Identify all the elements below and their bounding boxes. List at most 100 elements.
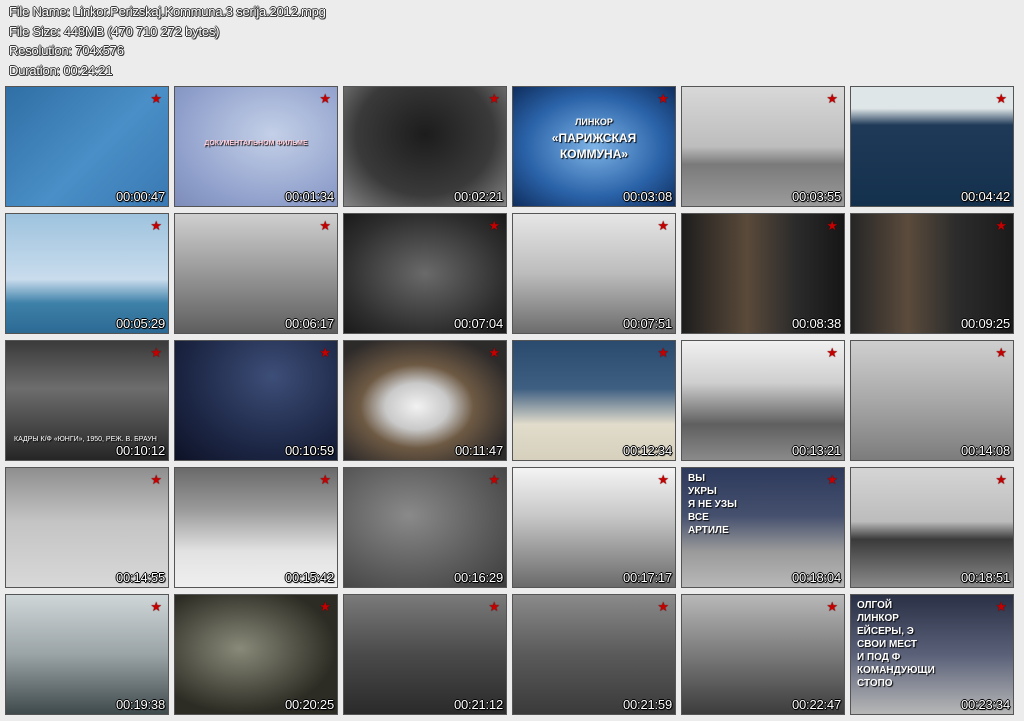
star-icon: ★ bbox=[319, 91, 331, 106]
thumbnail-grid: ★ 00:00:47 ДОКУМЕНТАЛЬНОМ ФИЛЬМЕ ★ 00:01:34 ★… bbox=[5, 86, 1014, 715]
timestamp: 00:22:47 bbox=[791, 697, 841, 712]
duration: Duration: 00:24:21 bbox=[9, 62, 113, 78]
timestamp: 00:03:55 bbox=[791, 189, 841, 204]
video-thumbnail[interactable]: ★ 00:04:42 bbox=[850, 86, 1014, 207]
star-icon: ★ bbox=[995, 599, 1007, 614]
timestamp: 00:18:04 bbox=[791, 570, 841, 585]
poster-text: ОЛГОЙ ЛИНКОР ЕЙСЕРЫ, Э СВОИ МЕСТ И ПОД Ф… bbox=[857, 600, 935, 689]
timestamp: 00:00:47 bbox=[115, 189, 165, 204]
star-icon: ★ bbox=[150, 218, 162, 233]
star-icon: ★ bbox=[319, 218, 331, 233]
timestamp: 00:23:34 bbox=[960, 697, 1010, 712]
star-icon: ★ bbox=[488, 599, 500, 614]
video-thumbnail[interactable]: ★ 00:15:42 bbox=[174, 467, 338, 588]
video-thumbnail[interactable]: ★ 00:19:38 bbox=[5, 594, 169, 715]
video-thumbnail[interactable]: ★ 00:17:17 bbox=[512, 467, 676, 588]
star-icon: ★ bbox=[150, 91, 162, 106]
star-icon: ★ bbox=[826, 345, 838, 360]
timestamp: 00:21:59 bbox=[622, 697, 672, 712]
star-icon: ★ bbox=[488, 218, 500, 233]
timestamp: 00:04:42 bbox=[960, 189, 1010, 204]
timestamp: 00:02:21 bbox=[453, 189, 503, 204]
timestamp: 00:05:29 bbox=[115, 316, 165, 331]
video-thumbnail[interactable]: ★ 00:14:08 bbox=[850, 340, 1014, 461]
timestamp: 00:10:12 bbox=[115, 443, 165, 458]
video-thumbnail[interactable]: ОЛГОЙ ЛИНКОР ЕЙСЕРЫ, Э СВОИ МЕСТ И ПОД Ф… bbox=[850, 594, 1014, 715]
timestamp: 00:07:51 bbox=[622, 316, 672, 331]
star-icon: ★ bbox=[488, 91, 500, 106]
title-overlay: КОММУНА» bbox=[559, 147, 629, 161]
star-icon: ★ bbox=[488, 345, 500, 360]
star-icon: ★ bbox=[995, 218, 1007, 233]
timestamp: 00:07:04 bbox=[453, 316, 503, 331]
video-thumbnail[interactable]: КАДРЫ К/Ф «ЮНГИ», 1950, РЕЖ. В. БРАУН ★ 00… bbox=[5, 340, 169, 461]
video-thumbnail[interactable]: ★ 00:12:34 bbox=[512, 340, 676, 461]
file-name: File Name: Linkor.Perizskaj.Kommuna.3 se… bbox=[9, 4, 326, 19]
star-icon: ★ bbox=[657, 91, 669, 106]
video-thumbnail[interactable]: ★ 00:18:51 bbox=[850, 467, 1014, 588]
star-icon: ★ bbox=[319, 345, 331, 360]
video-thumbnail[interactable]: ★ 00:11:47 bbox=[343, 340, 507, 461]
timestamp: 00:01:34 bbox=[284, 189, 334, 204]
video-thumbnail[interactable]: ★ 00:09:25 bbox=[850, 213, 1014, 334]
poster-text: ВЫ УКРЫ Я НЕ УЗЫ ВСЕ АРТИЛЕ bbox=[688, 473, 737, 536]
timestamp: 00:10:59 bbox=[284, 443, 334, 458]
star-icon: ★ bbox=[657, 599, 669, 614]
timestamp: 00:11:47 bbox=[454, 443, 503, 458]
video-thumbnail[interactable]: ★ 00:20:25 bbox=[174, 594, 338, 715]
video-thumbnail[interactable]: ДОКУМЕНТАЛЬНОМ ФИЛЬМЕ ★ 00:01:34 bbox=[174, 86, 338, 207]
video-thumbnail[interactable]: ★ 00:02:21 bbox=[343, 86, 507, 207]
video-thumbnail[interactable]: ★ 00:10:59 bbox=[174, 340, 338, 461]
video-thumbnail[interactable]: ★ 00:16:29 bbox=[343, 467, 507, 588]
star-icon: ★ bbox=[319, 599, 331, 614]
star-icon: ★ bbox=[488, 472, 500, 487]
video-thumbnail[interactable]: ★ 00:21:12 bbox=[343, 594, 507, 715]
timestamp: 00:14:55 bbox=[115, 570, 165, 585]
timestamp: 00:13:21 bbox=[791, 443, 841, 458]
video-thumbnail[interactable]: ★ 00:22:47 bbox=[681, 594, 845, 715]
timestamp: 00:12:34 bbox=[622, 443, 672, 458]
timestamp: 00:19:38 bbox=[115, 697, 165, 712]
timestamp: 00:06:17 bbox=[284, 316, 334, 331]
title-overlay: ЛИНКОР bbox=[575, 117, 613, 127]
timestamp: 00:08:38 bbox=[791, 316, 841, 331]
timestamp: 00:21:12 bbox=[453, 697, 503, 712]
video-thumbnail[interactable]: ★ 00:00:47 bbox=[5, 86, 169, 207]
video-thumbnail[interactable]: ★ 00:03:55 bbox=[681, 86, 845, 207]
star-icon: ★ bbox=[150, 599, 162, 614]
file-size: File Size: 448MB (470 710 272 bytes) bbox=[9, 23, 220, 39]
star-icon: ★ bbox=[995, 91, 1007, 106]
video-thumbnail[interactable]: ЛИНКОР «ПАРИЖСКАЯ КОММУНА» ★ 00:03:08 bbox=[512, 86, 676, 207]
star-icon: ★ bbox=[826, 599, 838, 614]
timestamp: 00:16:29 bbox=[453, 570, 503, 585]
timestamp: 00:14:08 bbox=[960, 443, 1010, 458]
star-icon: ★ bbox=[657, 218, 669, 233]
video-thumbnail[interactable]: ★ 00:07:51 bbox=[512, 213, 676, 334]
timestamp: 00:03:08 bbox=[622, 189, 672, 204]
star-icon: ★ bbox=[150, 472, 162, 487]
star-icon: ★ bbox=[826, 472, 838, 487]
star-icon: ★ bbox=[657, 472, 669, 487]
timestamp: 00:18:51 bbox=[960, 570, 1010, 585]
star-icon: ★ bbox=[319, 472, 331, 487]
video-thumbnail[interactable]: ★ 00:14:55 bbox=[5, 467, 169, 588]
star-icon: ★ bbox=[657, 345, 669, 360]
video-thumbnail[interactable]: ★ 00:13:21 bbox=[681, 340, 845, 461]
caption-overlay: ДОКУМЕНТАЛЬНОМ ФИЛЬМЕ bbox=[204, 140, 308, 147]
file-info-header: File Name: Linkor.Perizskaj.Kommuna.3 se… bbox=[9, 2, 326, 80]
title-overlay: «ПАРИЖСКАЯ bbox=[551, 131, 637, 145]
star-icon: ★ bbox=[826, 218, 838, 233]
star-icon: ★ bbox=[995, 345, 1007, 360]
video-thumbnail[interactable]: ★ 00:08:38 bbox=[681, 213, 845, 334]
video-thumbnail[interactable]: ★ 00:21:59 bbox=[512, 594, 676, 715]
star-icon: ★ bbox=[826, 91, 838, 106]
video-thumbnail[interactable]: ★ 00:05:29 bbox=[5, 213, 169, 334]
video-thumbnail[interactable]: ★ 00:06:17 bbox=[174, 213, 338, 334]
resolution: Resolution: 704x576 bbox=[9, 43, 124, 58]
star-icon: ★ bbox=[150, 345, 162, 360]
star-icon: ★ bbox=[995, 472, 1007, 487]
video-thumbnail[interactable]: ★ 00:07:04 bbox=[343, 213, 507, 334]
timestamp: 00:20:25 bbox=[284, 697, 334, 712]
video-thumbnail[interactable]: ВЫ УКРЫ Я НЕ УЗЫ ВСЕ АРТИЛЕ ★ 00:18:04 bbox=[681, 467, 845, 588]
timestamp: 00:15:42 bbox=[284, 570, 334, 585]
